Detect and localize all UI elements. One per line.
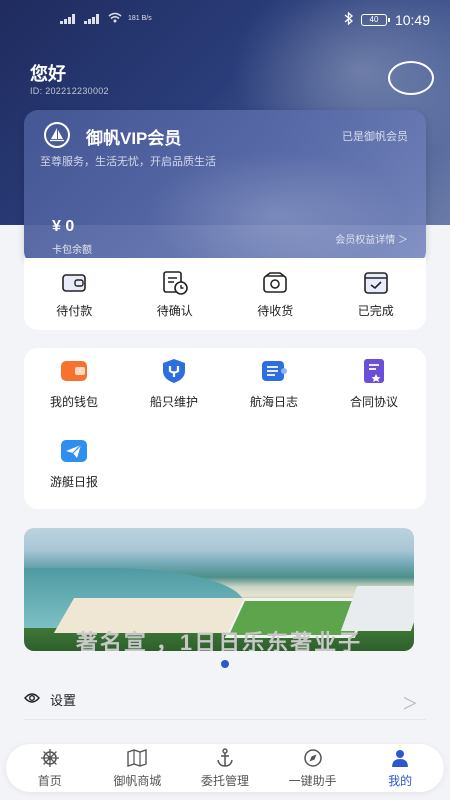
compass-icon xyxy=(302,748,324,768)
settings-label: 设置 xyxy=(50,693,77,708)
service-yacht-daily[interactable]: 游艇日报 xyxy=(24,438,124,490)
wifi-icon xyxy=(108,12,122,26)
service-label: 合同协议 xyxy=(349,395,398,409)
tab-label: 一键助手 xyxy=(288,773,337,788)
tab-commission[interactable]: 委托管理 xyxy=(184,747,266,789)
service-label: 船只维护 xyxy=(149,395,198,409)
service-label: 我的钱包 xyxy=(49,395,98,409)
anchor-icon xyxy=(214,747,236,768)
service-label: 航海日志 xyxy=(249,395,298,409)
vip-title: 御帆VIP会员 xyxy=(86,129,182,148)
order-status-bar: 待付款 待确认 待收货 已完成 xyxy=(24,258,426,330)
helm-icon xyxy=(39,748,61,768)
tab-assistant[interactable]: 一键助手 xyxy=(272,748,354,789)
services-grid: 我的钱包 船只维护 航海日志 合同协议 游艇日报 xyxy=(24,348,426,509)
tab-label: 首页 xyxy=(37,773,62,788)
vip-subtitle: 至尊服务，生活无忧，开启品质生活 xyxy=(40,156,216,168)
benefits-link[interactable]: 会员权益详情 ＞ xyxy=(335,231,408,246)
tab-label: 我的 xyxy=(388,773,413,788)
status-bar: 181 B/s 40 10:49 xyxy=(0,0,450,40)
log-icon xyxy=(260,358,288,384)
net-speed: 181 B/s xyxy=(128,15,152,22)
order-label: 已完成 xyxy=(357,303,394,318)
order-pending-payment[interactable]: 待付款 xyxy=(24,270,124,319)
user-id: ID: 202212230002 xyxy=(30,86,109,96)
vip-status: 已是御帆会员 xyxy=(342,131,408,143)
service-nautical-log[interactable]: 航海日志 xyxy=(224,358,324,410)
order-label: 待收货 xyxy=(257,303,294,318)
signal-icon xyxy=(84,14,102,24)
tab-label: 御帆商城 xyxy=(113,773,162,788)
battery-icon: 40 xyxy=(360,14,390,26)
carousel-indicator[interactable] xyxy=(221,660,229,668)
bottom-tab-bar: 首页 御帆商城 委托管理 一键助手 我的 xyxy=(6,744,444,792)
service-contracts[interactable]: 合同协议 xyxy=(324,358,424,410)
signal-icon xyxy=(60,14,78,24)
clock-list-icon xyxy=(161,270,189,296)
order-label: 待确认 xyxy=(156,303,193,318)
service-label: 游艇日报 xyxy=(49,475,98,489)
greeting-text: 您好 xyxy=(30,64,66,84)
paper-plane-icon xyxy=(60,438,88,464)
sail-logo-icon xyxy=(44,122,70,148)
clock-time: 10:49 xyxy=(394,12,430,28)
balance-label: 卡包余额 xyxy=(52,245,92,256)
wallet-icon xyxy=(60,358,88,384)
order-completed[interactable]: 已完成 xyxy=(326,270,426,319)
tab-label: 委托管理 xyxy=(200,773,249,788)
wallet-icon xyxy=(60,270,88,296)
settings-row[interactable]: 设置 ＞ xyxy=(24,680,426,720)
balance-value: ¥ 0 xyxy=(52,218,75,235)
order-pending-receipt[interactable]: 待收货 xyxy=(225,270,325,319)
check-box-icon xyxy=(362,270,390,296)
tab-mine[interactable]: 我的 xyxy=(359,748,441,789)
package-icon xyxy=(261,270,289,296)
tab-shop[interactable]: 御帆商城 xyxy=(96,748,178,789)
eye-icon xyxy=(24,691,40,709)
service-wallet[interactable]: 我的钱包 xyxy=(24,358,124,410)
banner-caption: 著名宣 ，1日日乐东著业子 xyxy=(75,630,363,651)
avatar[interactable] xyxy=(388,61,434,95)
chevron-right-icon: ＞ xyxy=(401,696,418,713)
promo-banner[interactable]: 著名宣 ，1日日乐东著业子 xyxy=(24,528,414,651)
user-icon xyxy=(389,748,411,768)
map-icon xyxy=(126,748,148,768)
vip-card[interactable]: 御帆VIP会员 已是御帆会员 至尊服务，生活无忧，开启品质生活 ¥ 0 卡包余额… xyxy=(24,110,426,265)
tab-home[interactable]: 首页 xyxy=(9,748,91,789)
service-boat-maintenance[interactable]: 船只维护 xyxy=(124,358,224,410)
bluetooth-icon xyxy=(344,11,353,28)
order-label: 待付款 xyxy=(56,303,93,318)
contract-icon xyxy=(360,358,388,384)
wrench-shield-icon xyxy=(160,358,188,384)
order-pending-confirm[interactable]: 待确认 xyxy=(125,270,225,319)
